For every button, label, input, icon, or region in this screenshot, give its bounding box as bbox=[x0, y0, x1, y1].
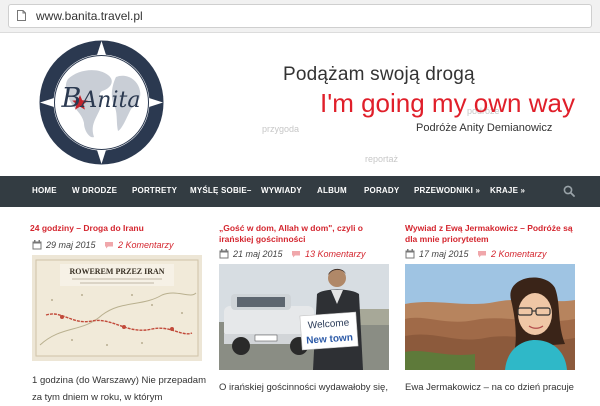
address-bar[interactable]: www.banita.travel.pl bbox=[8, 4, 592, 28]
post-date: 21 maj 2015 bbox=[233, 249, 283, 259]
comment-icon bbox=[292, 251, 300, 258]
site-subtitle: Podróże Anity Demianowicz bbox=[416, 122, 553, 134]
tagline-english: I'm going my own way bbox=[320, 88, 575, 118]
post-title[interactable]: Wywiad z Ewą Jermakowicz – Podróże są dl… bbox=[405, 223, 585, 245]
site-header: BAnita podróże przygoda reportaż Podążam… bbox=[0, 33, 600, 176]
post-comments-link[interactable]: 2 Komentarzy bbox=[118, 240, 174, 250]
nav-item-porady[interactable]: PORADY bbox=[364, 186, 399, 195]
nav-item-portrety[interactable]: PORTRETY bbox=[132, 186, 177, 195]
post-date: 17 maj 2015 bbox=[419, 249, 469, 259]
ghost-word: reportaż bbox=[365, 154, 399, 164]
post-thumbnail[interactable]: Welcome New town bbox=[219, 264, 389, 370]
page-icon bbox=[17, 10, 26, 21]
main-nav: HOME W DRODZE PORTRETY MYŚLĘ SOBIE– WYWI… bbox=[0, 176, 600, 207]
nav-item-album[interactable]: ALBUM bbox=[317, 186, 347, 195]
post-title[interactable]: 24 godziny – Droga do Iranu bbox=[30, 223, 210, 234]
comment-icon bbox=[478, 251, 486, 258]
tagline-polish: Podążam swoją drogą bbox=[283, 64, 475, 85]
post-comments-link[interactable]: 2 Komentarzy bbox=[491, 249, 547, 259]
post-excerpt: Ewa Jermakowicz – na co dzień pracuje bbox=[405, 382, 574, 393]
calendar-icon bbox=[405, 249, 415, 259]
post-card: „Gość w dom, Allah w dom", czyli o irańs… bbox=[219, 207, 399, 400]
search-icon[interactable] bbox=[563, 185, 575, 197]
nav-item-wywiady[interactable]: WYWIADY bbox=[261, 186, 302, 195]
post-excerpt: 1 godzina (do Warszawy) Nie przepadam za… bbox=[32, 375, 206, 403]
nav-item-mysle-sobie[interactable]: MYŚLĘ SOBIE– bbox=[190, 186, 252, 195]
post-thumbnail[interactable]: ROWEREM PRZEZ IRAN bbox=[32, 255, 202, 361]
post-comments-link[interactable]: 13 Komentarzy bbox=[305, 249, 366, 259]
comment-icon bbox=[105, 242, 113, 249]
thumbnail-caption: ROWEREM PRZEZ IRAN bbox=[69, 267, 164, 276]
post-thumbnail[interactable] bbox=[405, 264, 575, 370]
post-date: 29 maj 2015 bbox=[46, 240, 96, 250]
nav-item-home[interactable]: HOME bbox=[32, 186, 57, 195]
url-text: www.banita.travel.pl bbox=[36, 9, 143, 23]
post-card: 24 godziny – Droga do Iranu 29 maj 2015 … bbox=[30, 207, 212, 403]
post-excerpt: O irańskiej gościnności wydawałoby się, bbox=[219, 382, 388, 393]
calendar-icon bbox=[32, 240, 42, 250]
nav-item-w-drodze[interactable]: W DRODZE bbox=[72, 186, 117, 195]
nav-item-kraje[interactable]: KRAJE » bbox=[490, 186, 525, 195]
nav-item-przewodniki[interactable]: PRZEWODNIKI » bbox=[414, 186, 480, 195]
ghost-word: przygoda bbox=[262, 124, 300, 134]
post-card: Wywiad z Ewą Jermakowicz – Podróże są dl… bbox=[405, 207, 585, 400]
post-title[interactable]: „Gość w dom, Allah w dom", czyli o irańs… bbox=[219, 223, 399, 245]
calendar-icon bbox=[219, 249, 229, 259]
compass-logo[interactable] bbox=[38, 39, 165, 166]
browser-toolbar: www.banita.travel.pl bbox=[0, 0, 600, 33]
